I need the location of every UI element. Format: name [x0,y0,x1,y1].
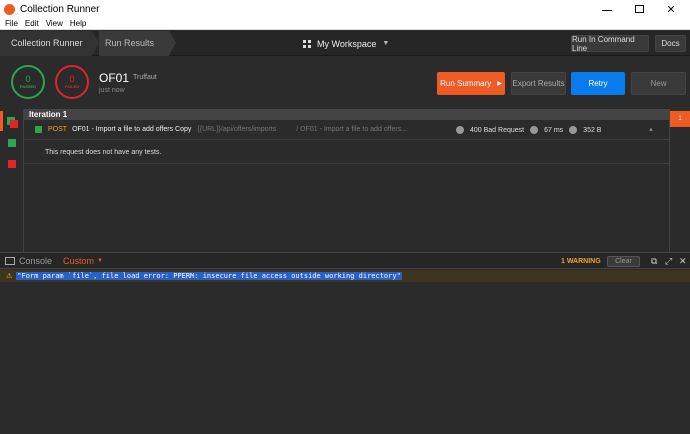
console-body [0,282,690,434]
request-metrics: 400 Bad Request 67 ms 352 B [456,120,607,140]
breadcrumb-collection-runner[interactable]: Collection Runner [0,31,92,56]
menu-file[interactable]: File [5,19,18,28]
filter-failed-icon[interactable] [8,160,16,168]
open-console-window-icon[interactable]: ⧉ [651,253,657,270]
expand-console-icon[interactable]: ⤢ [665,253,672,270]
breadcrumb-separator [169,31,176,55]
no-tests-message: This request does not have any tests. [45,149,162,156]
iteration-sidebar [0,109,24,252]
window-title: Collection Runner [20,3,100,15]
menu-view[interactable]: View [46,19,63,28]
request-status-icon [35,126,42,133]
console-toolbar: Console Custom ▼ 1 WARNING Clear ⧉ ⤢ ✕ [0,252,690,269]
close-console-icon[interactable]: ✕ [679,253,687,270]
collapse-icon[interactable]: ▲ [648,120,654,140]
chevron-down-icon: ▼ [382,40,390,47]
workspace-name: My Workspace [317,38,377,49]
minimize-button[interactable] [592,0,622,18]
clear-console-button[interactable]: Clear [607,256,640,267]
new-button[interactable]: New [631,72,686,95]
failed-counter: 0 FAILED [55,65,89,99]
run-environment: Truffaut [133,74,157,81]
size-dot-icon [569,126,578,134]
run-timestamp: just now [99,87,125,94]
workspace-selector[interactable]: My Workspace ▼ [303,31,389,56]
response-size: 352 B [583,126,602,134]
request-name: OF01 - Import a file to add offers Copy [72,126,192,133]
run-name: OF01 [99,71,130,85]
failed-label: FAILED [64,84,80,89]
close-window-button[interactable]: ✕ [656,0,686,18]
iteration-count-badge[interactable]: 1 [670,111,690,127]
request-row[interactable]: POST OF01 - Import a file to add offers … [24,120,669,140]
menu-bar: File Edit View Help [0,18,690,30]
iteration-header: Iteration 1 [24,109,669,120]
passed-counter: 0 PASSED [11,65,45,99]
maximize-icon [634,5,644,13]
run-summary-label: Run Summary [440,79,492,88]
row-divider [24,163,669,164]
log-filter-dropdown[interactable]: Custom [63,256,94,266]
postman-logo-icon [4,3,15,15]
time-dot-icon [530,126,539,134]
request-path: / OF01 - Import a file to add offers... [296,126,408,133]
warning-icon: ⚠ [6,273,13,280]
breadcrumb-separator [92,31,99,55]
caret-right-icon: ▶ [497,81,502,87]
title-bar: Collection Runner ✕ [0,0,690,18]
console-warning-line[interactable]: ⚠ "Form param `file`, file load error: P… [0,270,690,282]
maximize-button[interactable] [624,0,654,18]
close-icon: ✕ [666,3,676,16]
workspace-grid-icon [303,39,311,48]
minimize-icon [602,9,612,11]
passed-label: PASSED [19,84,37,89]
request-url: {{URL}}/api/offers/imports [197,126,277,133]
menu-edit[interactable]: Edit [25,19,39,28]
warning-message: "Form param `file`, file load error: PPE… [16,272,402,280]
status-dot-icon [456,126,464,134]
retry-button[interactable]: Retry [571,72,625,95]
response-status: 400 Bad Request [470,126,525,134]
response-time: 67 ms [544,126,564,134]
failed-count: 0 [69,74,75,84]
run-summary-button[interactable]: Run Summary ▶ [437,72,505,95]
menu-help[interactable]: Help [70,19,86,28]
console-label[interactable]: Console [19,256,52,266]
export-results-button[interactable]: Export Results [511,72,566,95]
request-method: POST [48,126,68,133]
active-iteration-indicator [0,111,3,131]
right-rail [669,109,690,252]
run-in-command-line-button[interactable]: Run In Command Line [571,35,649,53]
iteration-status-failed-icon[interactable] [10,120,18,128]
filter-passed-icon[interactable] [8,139,16,147]
docs-button[interactable]: Docs [655,35,686,52]
chevron-down-icon[interactable]: ▼ [97,258,103,264]
console-icon [5,256,15,265]
runner-header: Collection Runner Run Results My Workspa… [0,31,690,56]
run-summary-panel: 0 PASSED 0 FAILED OF01 Truffaut just now… [0,56,690,109]
passed-count: 0 [25,74,31,84]
warning-count: 1 WARNING [561,258,601,265]
breadcrumb-run-results[interactable]: Run Results [99,31,169,56]
